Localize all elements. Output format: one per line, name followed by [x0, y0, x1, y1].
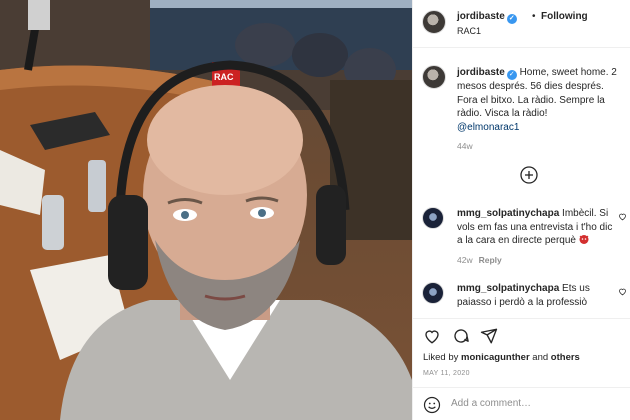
post-date: MAY 11, 2020: [423, 370, 470, 377]
post-header: jordibaste ✓ • Following RAC1: [413, 0, 630, 48]
verified-badge-icon: ✓: [506, 14, 517, 24]
comment-like-heart-icon[interactable]: [618, 287, 627, 296]
comment-age: 42w: [457, 255, 473, 265]
caption-username[interactable]: jordibaste: [457, 67, 505, 78]
angry-emoji-icon: [579, 235, 589, 244]
photo-illustration: RAC: [0, 0, 412, 420]
add-comment-input[interactable]: Add a comment…: [451, 398, 531, 409]
comment-avatar[interactable]: [422, 282, 444, 304]
caption-avatar[interactable]: [422, 65, 446, 89]
author-avatar[interactable]: [422, 10, 446, 34]
post-photo: RAC: [0, 0, 412, 420]
comment-avatar[interactable]: [422, 207, 444, 229]
liked-prefix: Liked by: [423, 352, 459, 363]
share-icon[interactable]: [480, 327, 498, 345]
post-actions: Liked by monicagunther and others MAY 11…: [413, 318, 630, 420]
author-username-row[interactable]: jordibaste ✓: [457, 11, 517, 24]
verified-badge-icon: ✓: [506, 70, 517, 80]
comment-meta: 42w Reply: [457, 255, 502, 265]
emoji-icon[interactable]: [423, 396, 441, 414]
load-more-plus-icon[interactable]: [520, 166, 538, 184]
comment-icon[interactable]: [452, 327, 470, 345]
liked-and: and: [532, 352, 549, 363]
post-caption: jordibaste ✓ Home, sweet home. 2 mesos de…: [457, 66, 625, 134]
likes-summary: Liked by monicagunther and others: [423, 352, 580, 363]
heart-icon[interactable]: [423, 327, 441, 345]
comment-username[interactable]: mmg_solpatinychapa: [457, 283, 559, 294]
liked-others-link[interactable]: others: [551, 352, 580, 363]
caption-mention-link[interactable]: @elmonarac1: [457, 122, 519, 133]
mic-flag-text: RAC: [214, 72, 234, 82]
caption-age: 44w: [457, 141, 473, 151]
following-button[interactable]: Following: [541, 11, 588, 22]
comment-like-heart-icon[interactable]: [618, 212, 627, 221]
author-username[interactable]: jordibaste: [457, 11, 505, 22]
add-comment-row: Add a comment…: [413, 387, 630, 420]
comment-username[interactable]: mmg_solpatinychapa: [457, 208, 559, 219]
comment-item: mmg_solpatinychapa Imbècil. Si vols em f…: [457, 207, 617, 248]
liked-user-link[interactable]: monicagunther: [461, 352, 530, 363]
reply-button[interactable]: Reply: [479, 255, 502, 265]
header-separator: •: [532, 11, 536, 22]
post-details-panel: jordibaste ✓ • Following RAC1 jordibaste ✓…: [412, 0, 630, 420]
post-location[interactable]: RAC1: [457, 26, 481, 36]
comment-item: mmg_solpatinychapa Ets us paiasso i perd…: [457, 282, 617, 309]
